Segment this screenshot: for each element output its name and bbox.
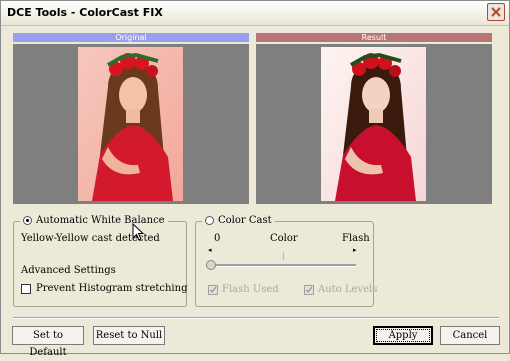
auto-levels-checkbox[interactable] xyxy=(304,285,314,295)
close-button[interactable] xyxy=(487,3,505,21)
scale-max-label: Flash xyxy=(342,233,370,244)
original-photo xyxy=(78,47,183,201)
awb-radio[interactable] xyxy=(23,216,32,225)
awb-label[interactable]: Automatic White Balance xyxy=(36,215,165,226)
color-cast-group: Color Cast 0 Color Flash ◂ ▸ | Flash Use… xyxy=(195,215,378,307)
checkmark-icon xyxy=(305,286,313,294)
window-title: DCE Tools - ColorCast FIX xyxy=(7,6,163,19)
result-preview xyxy=(256,44,492,204)
color-cast-slider-thumb[interactable] xyxy=(206,260,216,270)
flash-used-label: Flash Used xyxy=(222,284,279,295)
awb-group: Automatic White Balance Yellow-Yellow ca… xyxy=(13,215,187,307)
scale-mid-label: Color xyxy=(270,233,298,244)
auto-levels-label: Auto Levels xyxy=(318,284,378,295)
prevent-histogram-label[interactable]: Prevent Histogram stretching xyxy=(36,283,187,294)
title-bar: DCE Tools - ColorCast FIX xyxy=(1,1,509,26)
checkmark-icon xyxy=(209,286,217,294)
set-to-default-button[interactable]: Set to Default xyxy=(12,326,84,358)
scale-min-label: 0 xyxy=(214,233,221,244)
original-header: Original xyxy=(13,33,249,42)
cancel-button[interactable]: Cancel xyxy=(440,326,500,345)
close-icon xyxy=(491,7,501,17)
flash-used-checkbox[interactable] xyxy=(208,285,218,295)
slider-left-arrow-icon: ◂ xyxy=(208,246,212,254)
color-cast-radio[interactable] xyxy=(205,216,214,225)
result-photo xyxy=(321,47,426,201)
color-cast-label[interactable]: Color Cast xyxy=(218,215,272,226)
color-cast-slider-track[interactable] xyxy=(210,264,356,267)
slider-tick: | xyxy=(282,252,285,260)
prevent-histogram-checkbox[interactable] xyxy=(21,284,31,294)
apply-label: Apply xyxy=(376,329,430,342)
apply-button[interactable]: Apply xyxy=(373,326,433,345)
separator xyxy=(13,317,499,319)
colorcast-dialog: DCE Tools - ColorCast FIX Original Resul… xyxy=(0,0,510,358)
advanced-settings-title: Advanced Settings xyxy=(21,265,116,276)
result-header: Result xyxy=(256,33,492,42)
reset-to-null-button[interactable]: Reset to Null xyxy=(93,326,165,345)
slider-right-arrow-icon: ▸ xyxy=(353,246,357,254)
original-preview xyxy=(13,44,249,204)
mouse-pointer-icon xyxy=(132,223,144,241)
